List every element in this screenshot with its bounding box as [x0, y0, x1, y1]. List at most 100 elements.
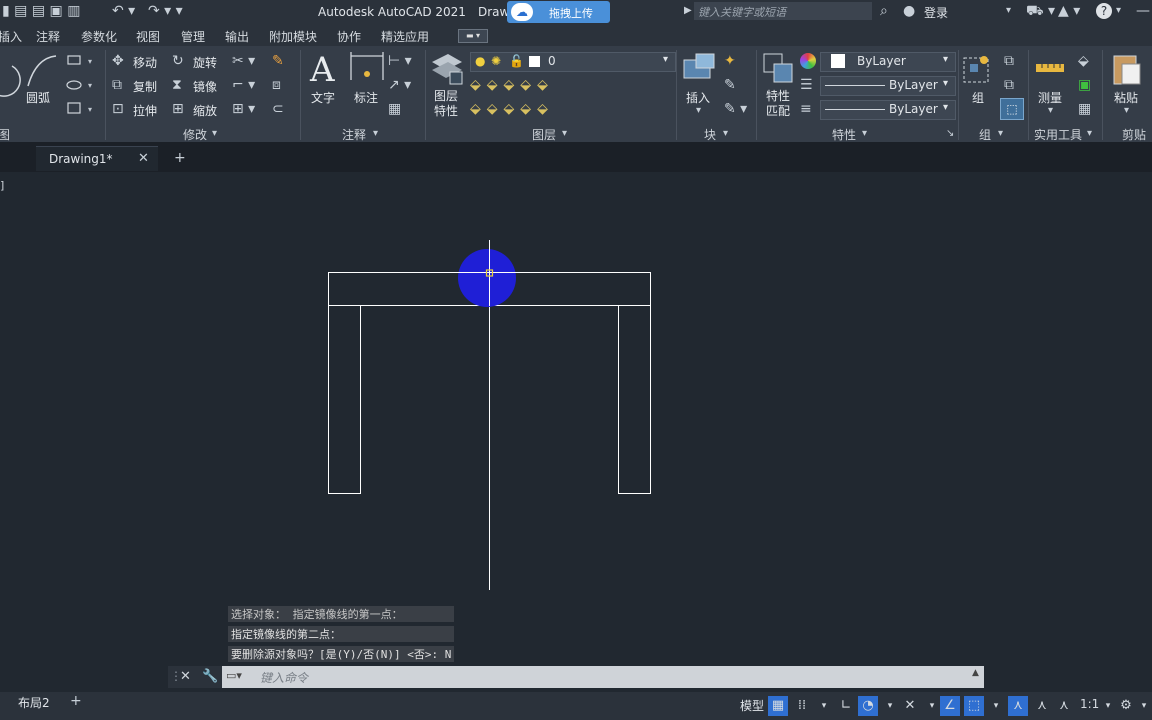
text-button[interactable]: 文字: [311, 89, 335, 106]
dimension-button[interactable]: 标注: [354, 89, 378, 106]
help-icon[interactable]: ?: [1096, 3, 1112, 19]
add-layout-button[interactable]: +: [70, 693, 82, 709]
group-select-icon[interactable]: ⬚: [1000, 98, 1024, 120]
snap-icon[interactable]: ⁞⁞: [792, 696, 812, 716]
tab-drawing1[interactable]: Drawing1* ✕: [36, 146, 158, 171]
offset-icon[interactable]: ⊂: [272, 102, 284, 116]
explode-icon[interactable]: ⧈: [272, 78, 281, 92]
match-properties-button[interactable]: 特性 匹配: [766, 89, 790, 119]
upload-widget[interactable]: ☁ 拖拽上传: [507, 1, 610, 23]
model-space-button[interactable]: 模型: [740, 697, 764, 714]
minimize-icon[interactable]: —: [1136, 4, 1150, 18]
group-dropdown-icon[interactable]: ▾: [998, 127, 1003, 141]
isodraft-dropdown-icon[interactable]: ▾: [922, 696, 942, 716]
ribbon-toggle-icon[interactable]: ▬ ▾: [458, 29, 488, 43]
select-all-icon[interactable]: ▣: [1078, 78, 1091, 92]
tab-collaborate[interactable]: 协作: [337, 28, 361, 45]
tab-output[interactable]: 输出: [225, 28, 249, 45]
copy-button[interactable]: 复制: [133, 78, 157, 95]
color-wheel-icon[interactable]: [800, 53, 816, 69]
customize-wrench-icon[interactable]: 🔧: [202, 669, 218, 684]
annotation-scale-icon[interactable]: ⋏: [1008, 696, 1028, 716]
create-block-icon[interactable]: ✦: [724, 54, 736, 68]
measure-dropdown-icon[interactable]: ▾: [1048, 104, 1053, 118]
dropdown-icon[interactable]: ▾: [1006, 4, 1011, 18]
group-button[interactable]: 组: [972, 89, 984, 106]
lineweight-dropdown[interactable]: ByLayer ▾: [820, 100, 956, 120]
leader-icon[interactable]: ↗ ▾: [388, 78, 411, 92]
tab-featured-apps[interactable]: 精选应用: [381, 28, 429, 45]
block-attr-icon[interactable]: ✎ ▾: [724, 102, 747, 116]
osnap-dropdown-icon[interactable]: ▾: [986, 696, 1006, 716]
quick-select-icon[interactable]: ⬙: [1078, 54, 1089, 68]
table-icon[interactable]: ▦: [388, 102, 401, 116]
scale-button[interactable]: 缩放: [193, 102, 217, 119]
help-dropdown-icon[interactable]: ▾: [1116, 4, 1121, 18]
linear-dim-icon[interactable]: ⊢ ▾: [388, 54, 412, 68]
isodraft-icon[interactable]: ✕: [900, 696, 920, 716]
settings-gear-icon[interactable]: ⚙: [1116, 696, 1136, 716]
layer-tools-row1-icons[interactable]: ⬙⬙⬙⬙⬙: [470, 78, 554, 92]
fillet-icon[interactable]: ⌐ ▾: [232, 78, 255, 92]
trim-icon[interactable]: ✂ ▾: [232, 54, 255, 68]
command-prompt-icon[interactable]: ▭▾: [226, 669, 242, 682]
tab-insert[interactable]: 插入: [0, 28, 22, 45]
close-icon[interactable]: ✕: [138, 151, 149, 166]
ungroup-icon[interactable]: ⧉: [1004, 54, 1014, 68]
modify-dropdown-icon[interactable]: ▾: [212, 127, 217, 141]
rotate-button[interactable]: 旋转: [193, 54, 217, 71]
search-input[interactable]: 键入关键字或短语: [694, 2, 872, 20]
tab-manage[interactable]: 管理: [181, 28, 205, 45]
utilities-dropdown-icon[interactable]: ▾: [1087, 127, 1092, 141]
move-button[interactable]: 移动: [133, 54, 157, 71]
chevron-right-icon[interactable]: ▶: [684, 4, 692, 18]
arc-button-label[interactable]: 圆弧: [26, 89, 50, 106]
insert-dropdown-icon[interactable]: ▾: [696, 104, 701, 118]
layer-tools-row2-icons[interactable]: ⬙⬙⬙⬙⬙: [470, 102, 554, 116]
polar-dropdown-icon[interactable]: ▾: [880, 696, 900, 716]
tab-annotate[interactable]: 注释: [36, 28, 60, 45]
auto-scale-icon[interactable]: ⋏: [1054, 696, 1074, 716]
quick-access-icons[interactable]: ▮ ▤ ▤ ▣ ▥: [2, 4, 80, 18]
layer-dropdown[interactable]: ● ✺ 🔓 0 ▾: [470, 52, 676, 72]
array-icon[interactable]: ⊞ ▾: [232, 102, 255, 116]
ortho-icon[interactable]: ∟: [836, 696, 856, 716]
properties-dropdown-icon[interactable]: ▾: [862, 127, 867, 141]
cart-icon[interactable]: ⛟ ▾: [1026, 4, 1055, 18]
annotation-visibility-icon[interactable]: ⋏: [1032, 696, 1052, 716]
block-dropdown-icon[interactable]: ▾: [723, 127, 728, 141]
tab-parametric[interactable]: 参数化: [81, 28, 117, 45]
scale-value[interactable]: 1:1: [1080, 697, 1099, 711]
osnap-icon[interactable]: ⬚: [964, 696, 984, 716]
autodesk-a-icon[interactable]: ▲ ▾: [1058, 4, 1080, 18]
tab-addins[interactable]: 附加模块: [269, 28, 317, 45]
object-track-icon[interactable]: ∠: [940, 696, 960, 716]
drawing-canvas[interactable]: [0, 172, 1152, 692]
calculator-icon[interactable]: ▦: [1078, 102, 1091, 116]
mirror-button[interactable]: 镜像: [193, 78, 217, 95]
grid-icon[interactable]: ▦: [768, 696, 788, 716]
start-tab[interactable]: [0, 146, 32, 170]
annotation-dropdown-icon[interactable]: ▾: [373, 127, 378, 141]
tab-view[interactable]: 视图: [136, 28, 160, 45]
user-icon[interactable]: ●: [903, 4, 915, 18]
redo-icon[interactable]: ↷ ▾ ▾: [148, 4, 183, 18]
properties-launcher-icon[interactable]: ↘: [946, 127, 954, 141]
edit-block-icon[interactable]: ✎: [724, 78, 736, 92]
settings-dropdown-icon[interactable]: ▾: [1134, 696, 1152, 716]
login-link[interactable]: 登录: [924, 4, 948, 21]
linetype-dropdown[interactable]: ByLayer ▾: [820, 76, 956, 96]
undo-icon[interactable]: ↶ ▾: [112, 4, 135, 18]
color-dropdown[interactable]: ByLayer ▾: [820, 52, 956, 72]
command-history-toggle-icon[interactable]: ▲: [972, 668, 979, 678]
layout-tab-2[interactable]: 布局2: [18, 694, 50, 711]
layers-dropdown-icon[interactable]: ▾: [562, 127, 567, 141]
snap-dropdown-icon[interactable]: ▾: [814, 696, 834, 716]
new-tab-button[interactable]: +: [174, 150, 186, 166]
erase-icon[interactable]: ✎: [272, 54, 284, 68]
search-icon[interactable]: ⌕: [880, 4, 888, 18]
layer-properties-button[interactable]: 图层 特性: [434, 89, 458, 119]
command-input[interactable]: ▭▾ 键入命令 ▲: [222, 666, 984, 688]
stretch-button[interactable]: 拉伸: [133, 102, 157, 119]
polar-icon[interactable]: ◔: [858, 696, 878, 716]
